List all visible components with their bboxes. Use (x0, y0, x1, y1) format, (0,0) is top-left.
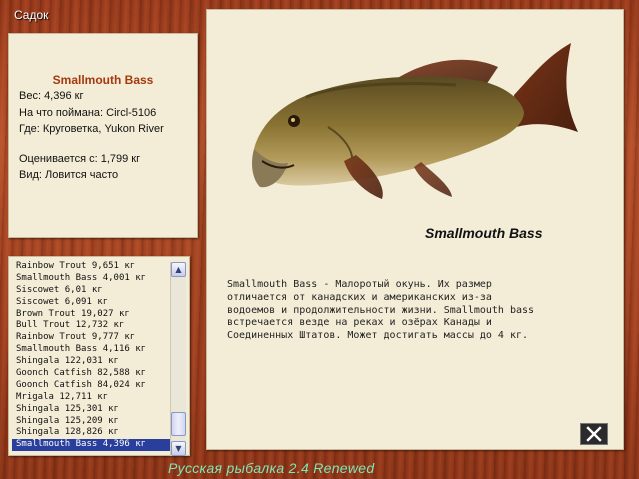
catch-list-item[interactable]: Rainbow Trout 9,777 кг (12, 332, 172, 344)
catch-list-item[interactable]: Brown Trout 19,027 кг (12, 309, 172, 321)
detail-fish-name: Smallmouth Bass (425, 225, 543, 241)
info-location: Где: Круговетка, Yukon River (19, 123, 164, 135)
triangle-down-icon: ▼ (175, 444, 182, 453)
scroll-up-button[interactable]: ▲ (171, 262, 186, 277)
scroll-down-button[interactable]: ▼ (171, 441, 186, 456)
fish-image (252, 43, 578, 199)
fish-info-panel: Smallmouth Bass Вес: 4,396 кг На что пой… (8, 33, 198, 238)
catch-list-item[interactable]: Goonch Catfish 82,588 кг (12, 368, 172, 380)
info-value: Оценивается с: 1,799 кг (19, 153, 141, 165)
info-status: Вид: Ловится часто (19, 169, 119, 181)
info-fish-name: Smallmouth Bass (52, 73, 154, 87)
catch-list-item[interactable]: Smallmouth Bass 4,116 кг (12, 344, 172, 356)
catch-list[interactable]: Rainbow Trout 9,651 кг Smallmouth Bass 4,… (8, 256, 190, 456)
catch-list-item[interactable]: Smallmouth Bass 4,001 кг (12, 273, 172, 285)
catch-list-items: Rainbow Trout 9,651 кг Smallmouth Bass 4,… (12, 261, 172, 452)
footer-title: Русская рыбалка 2.4 Renewed (168, 460, 375, 476)
fish-description: Smallmouth Bass - Малоротый окунь. Их ра… (227, 279, 535, 342)
catch-list-item[interactable]: Siscowet 6,091 кг (12, 297, 172, 309)
catch-list-scrollbar[interactable]: ▲ ▼ (170, 262, 186, 456)
close-button[interactable] (580, 423, 608, 445)
catch-list-item[interactable]: Mrigala 12,711 кг (12, 392, 172, 404)
close-icon (586, 426, 602, 442)
catch-list-item[interactable]: Goonch Catfish 84,024 кг (12, 380, 172, 392)
scroll-thumb[interactable] (171, 412, 186, 436)
catch-list-item[interactable]: Shingala 122,031 кг (12, 356, 172, 368)
catch-list-item[interactable]: Shingala 125,209 кг (12, 416, 172, 428)
fish-detail-panel: Smallmouth Bass Smallmouth Bass - Малоро… (206, 9, 624, 450)
catch-list-item[interactable]: Bull Trout 12,732 кг (12, 320, 172, 332)
triangle-up-icon: ▲ (175, 265, 182, 274)
catch-list-item[interactable]: Siscowet 6,01 кг (12, 285, 172, 297)
info-weight: Вес: 4,396 кг (19, 90, 84, 102)
catch-list-item[interactable]: Rainbow Trout 9,651 кг (12, 261, 172, 273)
catch-list-item[interactable]: Shingala 125,301 кг (12, 404, 172, 416)
catch-list-item[interactable]: Shingala 128,826 кг (12, 427, 172, 439)
catch-list-item[interactable]: Smallmouth Bass 4,396 кг (12, 439, 172, 452)
window-title: Садок (14, 8, 49, 22)
info-bait: На что поймана: Circl-5106 (19, 107, 157, 119)
